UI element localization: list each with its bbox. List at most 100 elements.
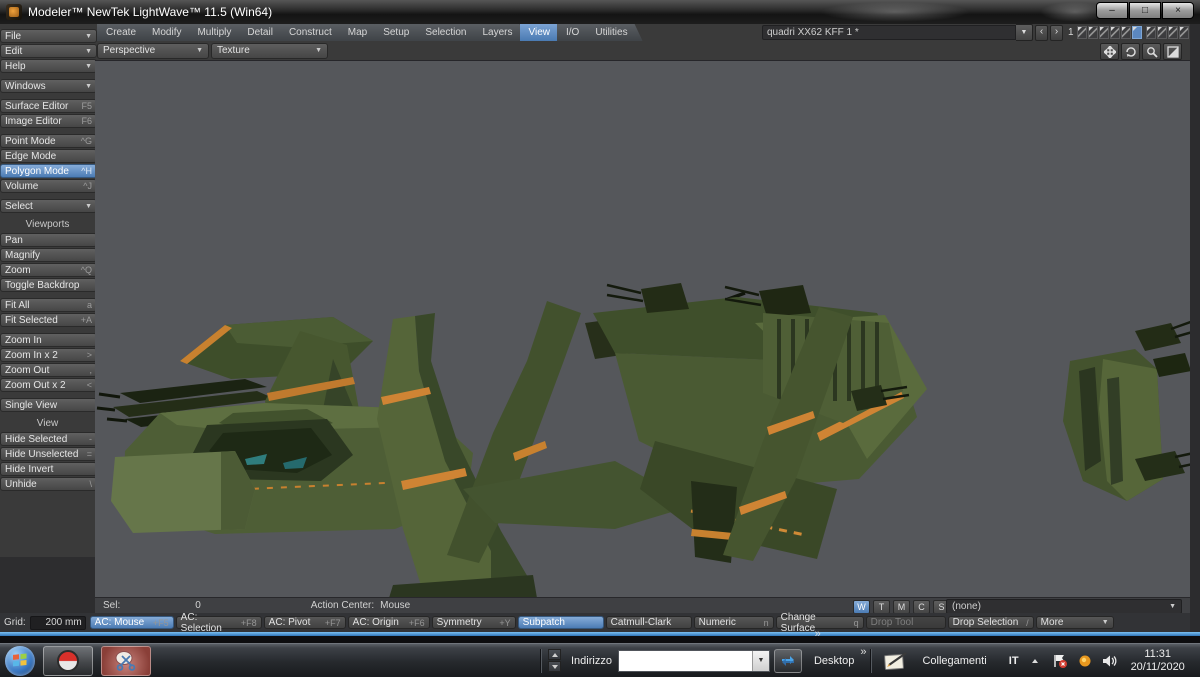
zoom-in-button[interactable]: Zoom In <box>0 333 97 347</box>
more-dropdown[interactable]: More ▼ <box>1035 616 1114 629</box>
numeric-button[interactable]: Numeric n <box>693 616 774 629</box>
layer-box-2[interactable] <box>1087 26 1098 39</box>
shading-dropdown[interactable]: Texture ▼ <box>211 42 328 59</box>
menu-help[interactable]: Help ▼ <box>0 59 97 73</box>
volume-mode-button[interactable]: Volume ^J <box>0 179 97 193</box>
action-center-label: Action Center: <box>310 600 375 611</box>
close-button[interactable]: × <box>1162 2 1194 19</box>
chevron-down-icon[interactable]: ▼ <box>1016 24 1033 41</box>
drop-tool-button[interactable]: Drop Tool <box>865 616 946 629</box>
zoom-out-x2-button[interactable]: Zoom Out x 2 < <box>0 378 97 392</box>
title-bar[interactable]: Modeler™ NewTek LightWave™ 11.5 (Win64) … <box>0 0 1200 24</box>
unhide-button[interactable]: Unhide \ <box>0 477 97 491</box>
address-go-button[interactable] <box>773 648 802 673</box>
current-object-dropdown[interactable]: quadri XX62 KFF 1 * <box>762 25 1016 40</box>
tab-utilities[interactable]: Utilities <box>586 24 642 41</box>
pan-button[interactable]: Pan <box>0 233 97 247</box>
layer-box-1[interactable] <box>1076 26 1087 39</box>
address-combo[interactable]: ▼ <box>617 649 770 672</box>
pan-view-icon[interactable] <box>1100 43 1119 60</box>
single-view-button[interactable]: Single View <box>0 398 97 412</box>
menu-edit[interactable]: Edit ▼ <box>0 44 97 58</box>
label: Image Editor <box>5 115 62 127</box>
layer-box-10[interactable] <box>1178 26 1189 39</box>
maximize-button[interactable]: □ <box>1129 2 1161 19</box>
taskbar-clock[interactable]: 11:31 20/11/2020 <box>1131 648 1185 674</box>
perspective-viewport[interactable] <box>95 60 1200 598</box>
links-band-label[interactable]: Collegamenti <box>922 655 986 667</box>
tab-create[interactable]: Create <box>97 24 151 41</box>
chevron-down-icon[interactable]: ▼ <box>751 650 769 671</box>
viewport-maximize-icon[interactable] <box>1163 43 1182 60</box>
edge-mode-button[interactable]: Edge Mode <box>0 149 97 163</box>
ac-mouse-button[interactable]: AC: Mouse +F5 <box>89 616 174 629</box>
surface-editor-button[interactable]: Surface Editor F5 <box>0 99 97 113</box>
layer-box-8[interactable] <box>1156 26 1167 39</box>
t-mode-button[interactable]: T <box>873 600 890 614</box>
address-input[interactable] <box>618 650 752 671</box>
prev-object-button[interactable]: ‹ <box>1035 24 1048 41</box>
shortcut: +F5 <box>152 617 169 628</box>
layer-box-3[interactable] <box>1098 26 1109 39</box>
tab-layers[interactable]: Layers <box>473 24 527 41</box>
hidden-icons-chevron[interactable] <box>1026 652 1044 670</box>
hide-unselected-button[interactable]: Hide Unselected = <box>0 447 97 461</box>
zoom-view-icon[interactable] <box>1142 43 1161 60</box>
polygon-mode-button[interactable]: Polygon Mode ^H <box>0 164 97 178</box>
subpatch-button[interactable]: Subpatch <box>517 616 604 629</box>
rotate-view-icon[interactable] <box>1121 43 1140 60</box>
desktop-overflow-chevron[interactable]: » <box>860 646 866 658</box>
hide-invert-button[interactable]: Hide Invert <box>0 462 97 476</box>
layer-box-5[interactable] <box>1120 26 1131 39</box>
select-menu[interactable]: Select ▼ <box>0 199 97 213</box>
action-center-flag-icon[interactable] <box>1051 652 1069 670</box>
minimize-button[interactable]: – <box>1096 2 1128 19</box>
toggle-backdrop-button[interactable]: Toggle Backdrop <box>0 278 97 292</box>
taskbar-app-recorder[interactable] <box>43 645 93 676</box>
tab-multiply[interactable]: Multiply <box>188 24 246 41</box>
tab-selection[interactable]: Selection <box>416 24 481 41</box>
fit-all-button[interactable]: Fit All a <box>0 298 97 312</box>
ac-origin-button[interactable]: AC: Origin +F6 <box>347 616 430 629</box>
tray-orange-icon[interactable] <box>1076 652 1094 670</box>
start-button[interactable] <box>5 645 35 676</box>
desktop-band-label[interactable]: Desktop <box>814 655 854 667</box>
tab-modify[interactable]: Modify <box>143 24 196 41</box>
zoom-out-button[interactable]: Zoom Out, <box>0 363 97 377</box>
ac-selection-button[interactable]: AC: Selection +F8 <box>175 612 262 634</box>
label: Toggle Backdrop <box>5 279 80 291</box>
links-overflow-chevron[interactable]: » <box>815 628 821 640</box>
volume-icon[interactable] <box>1101 652 1119 670</box>
surface-name-dropdown[interactable]: (none) ▼ <box>946 599 1182 614</box>
layer-box-4[interactable] <box>1109 26 1120 39</box>
layer-box-7[interactable] <box>1145 26 1156 39</box>
ac-pivot-button[interactable]: AC: Pivot +F7 <box>263 616 346 629</box>
image-editor-button[interactable]: Image Editor F6 <box>0 114 97 128</box>
magnify-button[interactable]: Magnify <box>0 248 97 262</box>
glass-reflection <box>820 2 970 22</box>
drop-selection-button[interactable]: Drop Selection / <box>947 616 1034 629</box>
next-object-button[interactable]: › <box>1050 24 1063 41</box>
links-band-icon[interactable] <box>882 650 912 672</box>
c-mode-button[interactable]: C <box>913 600 930 614</box>
view-type-dropdown[interactable]: Perspective ▼ <box>97 42 209 59</box>
catmull-clark-button[interactable]: Catmull-Clark <box>605 616 692 629</box>
menu-windows[interactable]: Windows ▼ <box>0 79 97 93</box>
layer-box-9[interactable] <box>1167 26 1178 39</box>
fit-selected-button[interactable]: Fit Selected +A <box>0 313 97 327</box>
point-mode-button[interactable]: Point Mode ^G <box>0 134 97 148</box>
language-indicator[interactable]: IT <box>1009 655 1019 667</box>
deskband-spinner[interactable] <box>548 649 561 672</box>
menu-file[interactable]: File ▼ <box>0 29 97 43</box>
spinner-up-icon[interactable] <box>548 649 561 660</box>
spinner-down-icon[interactable] <box>548 661 561 672</box>
layer-box-6-selected[interactable] <box>1131 26 1142 39</box>
hide-selected-button[interactable]: Hide Selected - <box>0 432 97 446</box>
zoom-button[interactable]: Zoom ^Q <box>0 263 97 277</box>
taskbar-app-capture[interactable] <box>101 645 151 676</box>
symmetry-button[interactable]: Symmetry +Y <box>431 616 516 629</box>
m-mode-button[interactable]: M <box>893 600 910 614</box>
tab-construct[interactable]: Construct <box>280 24 347 41</box>
zoom-in-x2-button[interactable]: Zoom In x 2 > <box>0 348 97 362</box>
w-mode-button[interactable]: W <box>853 600 870 614</box>
